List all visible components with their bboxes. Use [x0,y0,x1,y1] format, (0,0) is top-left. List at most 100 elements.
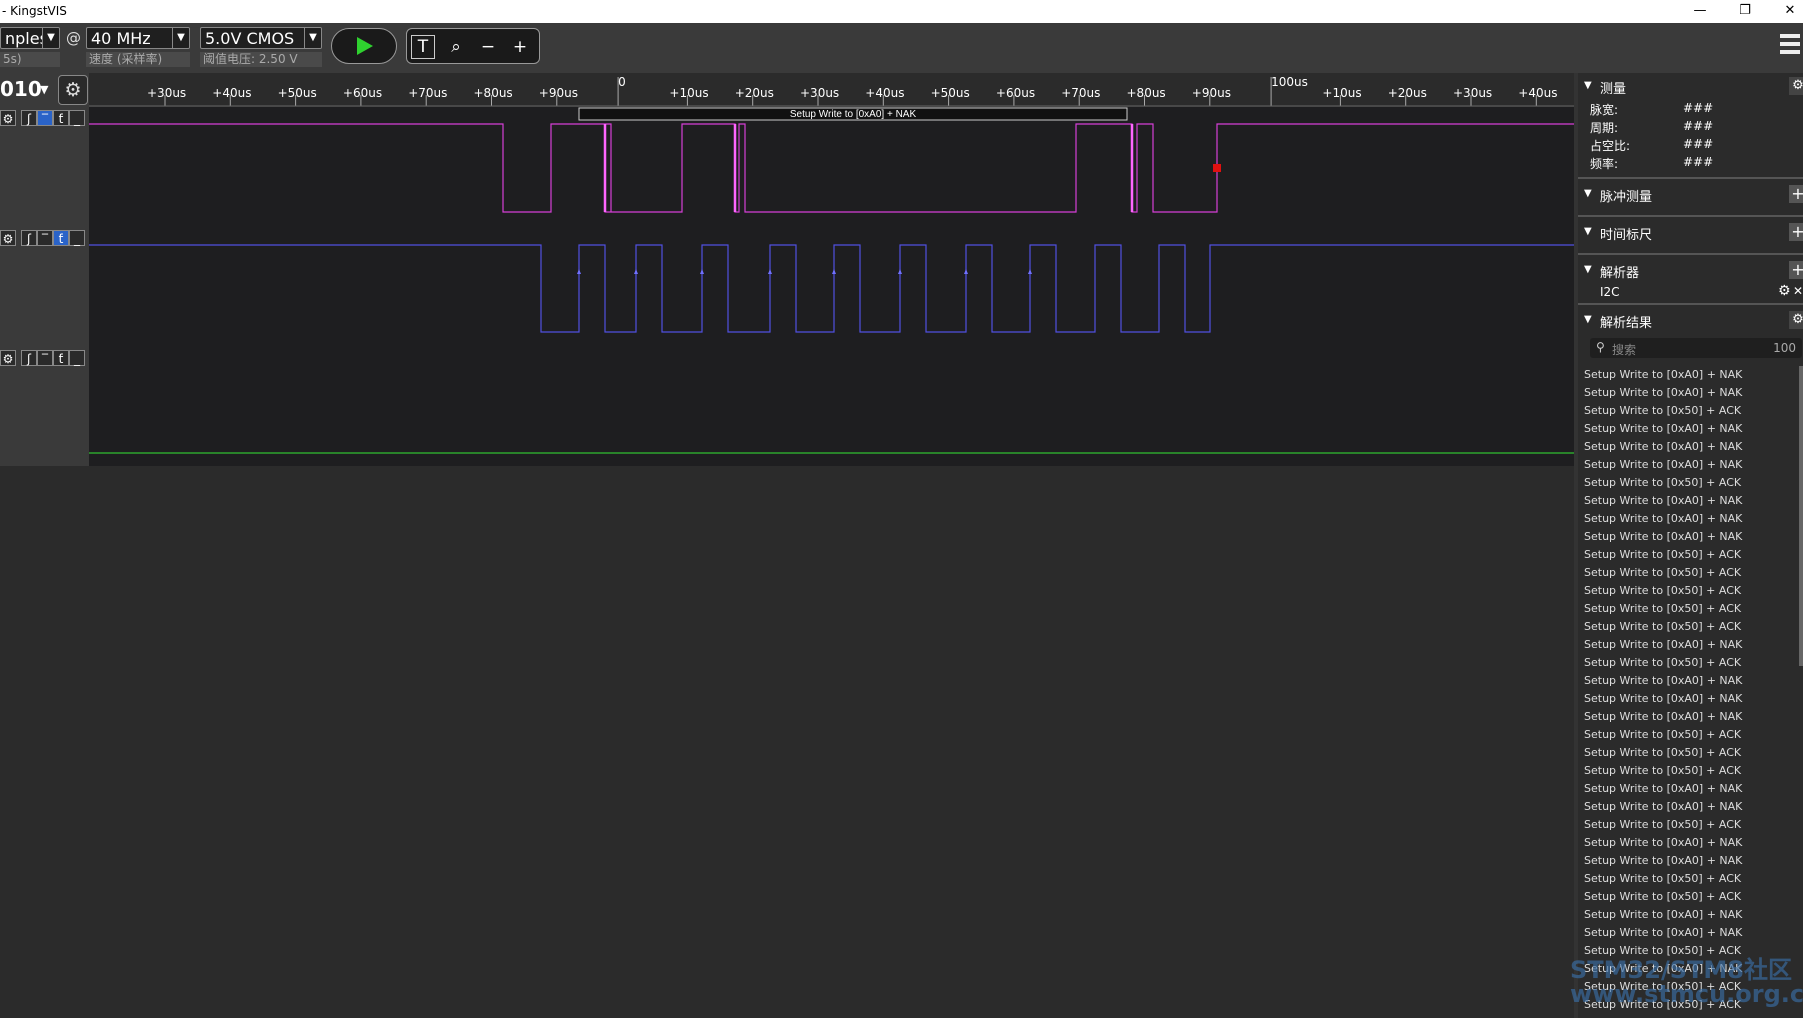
zoom-in-icon[interactable]: + [507,34,533,60]
result-list-item[interactable]: Setup Write to [0x50] + ACK [1578,582,1803,600]
gear-icon[interactable]: ⚙ [58,75,88,105]
result-list-item[interactable]: Setup Write to [0xA0] + NAK [1578,672,1803,690]
time-ruler[interactable]: +30us +40us +50us +60us +70us +80us +90us 0 +10u… [89,73,1574,107]
result-list-item[interactable]: Setup Write to [0x50] + ACK [1578,654,1803,672]
zoom-out-icon[interactable]: − [475,34,501,60]
sample-count-select[interactable]: nples ▼ [0,27,60,49]
text-tool-icon[interactable]: T [411,35,435,59]
analyzer-i2c-item[interactable]: I2C [1600,285,1620,299]
sample-marker [964,269,968,274]
result-list-item[interactable]: Setup Write to [0xA0] + NAK [1578,708,1803,726]
channel-2-trace[interactable] [89,347,1574,466]
result-list-item[interactable]: Setup Write to [0x50] + ACK [1578,546,1803,564]
sample-marker [1028,269,1032,274]
add-analyzer-button[interactable]: + [1789,261,1803,279]
channel-0-trace[interactable]: Setup Write to [0xA0] + NAK [89,107,1574,230]
rising-edge-trigger-icon[interactable]: ʃ [21,230,37,246]
result-list-item[interactable]: Setup Write to [0xA0] + NAK [1578,438,1803,456]
timescale-section-header[interactable]: ▼ 时间标尺 + [1578,223,1803,243]
view-tools: T ⌕ − + [406,28,540,64]
result-list-item[interactable]: Setup Write to [0xA0] + NAK [1578,456,1803,474]
result-list-item[interactable]: Setup Write to [0x50] + ACK [1578,744,1803,762]
result-list-item[interactable]: Setup Write to [0x50] + ACK [1578,726,1803,744]
result-list-item[interactable]: Setup Write to [0x50] + ACK [1578,474,1803,492]
ruler-label: +90us [1191,86,1231,100]
result-list-item[interactable]: Setup Write to [0xA0] + NAK [1578,852,1803,870]
result-list-item[interactable]: Setup Write to [0xA0] + NAK [1578,924,1803,942]
low-level-trigger-icon[interactable]: _ [69,350,85,366]
results-section-header[interactable]: ▼ 解析结果 ⚙ [1578,311,1803,331]
low-level-trigger-icon[interactable]: _ [69,230,85,246]
gear-icon[interactable]: ⚙ [0,350,16,366]
triangle-down-icon: ▼ [1584,226,1592,237]
measure-section-header[interactable]: ▼ 测量 ⚙ [1578,77,1803,97]
hamburger-menu-icon[interactable] [1780,34,1800,58]
restore-button[interactable]: ❐ [1730,2,1760,20]
result-list-item[interactable]: Setup Write to [0xA0] + NAK [1578,798,1803,816]
result-list-item[interactable]: Setup Write to [0xA0] + NAK [1578,780,1803,798]
chevron-down-icon: ▼ [42,28,59,48]
gear-icon[interactable]: ⚙ [1789,311,1803,329]
analyzer-section-header[interactable]: ▼ 解析器 + [1578,261,1803,281]
result-list-item[interactable]: Setup Write to [0xA0] + NAK [1578,834,1803,852]
duty-cycle-value: ### [1683,137,1714,151]
gear-icon[interactable]: ⚙ [1778,283,1791,299]
result-list-item[interactable]: Setup Write to [0xA0] + NAK [1578,528,1803,546]
run-button[interactable] [331,28,397,64]
gear-icon[interactable]: ⚙ [0,110,16,126]
close-icon[interactable]: ✕ [1793,284,1803,298]
rising-edge-trigger-icon[interactable]: ʃ [21,110,37,126]
pulse-measure-section-header[interactable]: ▼ 脉冲测量 + [1578,185,1803,205]
result-list-item[interactable]: Setup Write to [0xA0] + NAK [1578,510,1803,528]
result-list-item[interactable]: Setup Write to [0x50] + ACK [1578,618,1803,636]
threshold-voltage-select[interactable]: 5.0V CMOS ▼ [200,27,322,49]
result-list-item[interactable]: Setup Write to [0xA0] + NAK [1578,636,1803,654]
zoom-fit-icon[interactable]: ⌕ [443,34,469,60]
add-pulse-measure-button[interactable]: + [1789,185,1803,203]
gear-icon[interactable]: ⚙ [1789,77,1803,95]
channel-count: 010 [0,77,42,101]
gear-icon[interactable]: ⚙ [0,230,16,246]
sample-rate-select[interactable]: 40 MHz ▼ [86,27,190,49]
result-list-item[interactable]: Setup Write to [0x50] + ACK [1578,870,1803,888]
low-level-trigger-icon[interactable]: _ [69,110,85,126]
falling-edge-trigger-icon[interactable]: ƭ [53,350,69,366]
frequency-label: 频率: [1590,157,1619,171]
sample-duration-label: 5s) [0,52,60,67]
high-level-trigger-icon[interactable]: ‾ [37,350,53,366]
period-value: ### [1683,119,1714,133]
channel-1-trace[interactable] [89,227,1574,350]
add-timescale-button[interactable]: + [1789,223,1803,241]
result-list-item[interactable]: Setup Write to [0xA0] + NAK [1578,906,1803,924]
high-level-trigger-icon[interactable]: ‾ [37,110,53,126]
result-list-item[interactable]: Setup Write to [0x50] + ACK [1578,816,1803,834]
result-list-item[interactable]: Setup Write to [0xA0] + NAK [1578,492,1803,510]
measure-title: 测量 [1600,82,1627,97]
result-list-item[interactable]: Setup Write to [0x50] + ACK [1578,402,1803,420]
cursor-marker [1213,164,1221,172]
result-list-item[interactable]: Setup Write to [0x50] + ACK [1578,564,1803,582]
watermark-line1: STM32/STM8社区 [1570,956,1792,984]
close-button[interactable]: ✕ [1775,2,1803,20]
falling-edge-trigger-icon[interactable]: ƭ [53,110,69,126]
sample-marker [768,269,772,274]
chevron-down-icon[interactable]: ▼ [40,83,48,96]
search-input[interactable]: ⚲ 搜索 100 [1590,338,1802,358]
result-list-item[interactable]: Setup Write to [0xA0] + NAK [1578,420,1803,438]
result-list-item[interactable]: Setup Write to [0x50] + ACK [1578,888,1803,906]
duty-cycle-label: 占空比: [1590,139,1631,153]
result-list-item[interactable]: Setup Write to [0x50] + ACK [1578,600,1803,618]
result-list-item[interactable]: Setup Write to [0xA0] + NAK [1578,384,1803,402]
high-level-trigger-icon[interactable]: ‾ [37,230,53,246]
ruler-label: +40us [865,86,905,100]
results-scrollbar[interactable] [1799,366,1803,666]
falling-edge-trigger-icon[interactable]: ƭ [53,230,69,246]
minimize-button[interactable]: — [1685,2,1715,20]
result-list-item[interactable]: Setup Write to [0x50] + ACK [1578,762,1803,780]
rising-edge-trigger-icon[interactable]: ʃ [21,350,37,366]
pulse-measure-title: 脉冲测量 [1600,190,1653,205]
sample-rate-value: 40 MHz [91,29,151,48]
result-list-item[interactable]: Setup Write to [0xA0] + NAK [1578,690,1803,708]
sample-marker [634,269,638,274]
result-list-item[interactable]: Setup Write to [0xA0] + NAK [1578,366,1803,384]
